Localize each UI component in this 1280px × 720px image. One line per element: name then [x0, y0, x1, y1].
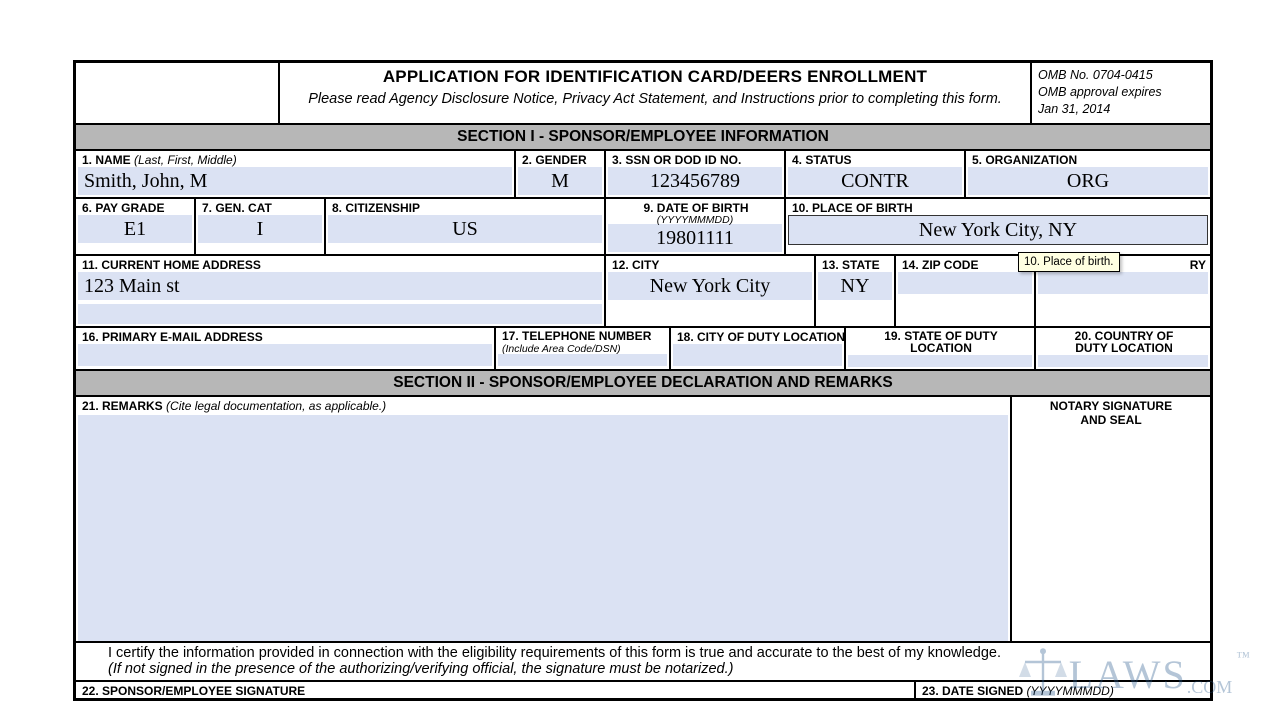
field-zip: 14. ZIP CODE: [895, 255, 1035, 327]
header-omb-box: OMB No. 0704-0415 OMB approval expires J…: [1031, 62, 1211, 124]
field-email: 16. PRIMARY E-MAIL ADDRESS: [75, 327, 495, 370]
field-organization: 5. ORGANIZATION ORG: [965, 150, 1211, 198]
header-title-box: APPLICATION FOR IDENTIFICATION CARD/DEER…: [279, 62, 1031, 124]
citizenship-input[interactable]: US: [328, 215, 602, 243]
field-state: 13. STATE NY: [815, 255, 895, 327]
state-input[interactable]: NY: [818, 272, 892, 300]
field-gender: 2. GENDER M: [515, 150, 605, 198]
gender-input[interactable]: M: [518, 167, 602, 195]
name-input[interactable]: Smith, John, M: [78, 167, 512, 195]
field-telephone: 17. TELEPHONE NUMBER(Include Area Code/D…: [495, 327, 670, 370]
field-paygrade: 6. PAY GRADE E1: [75, 198, 195, 255]
field-citizenship: 8. CITIZENSHIP US: [325, 198, 605, 255]
telephone-input[interactable]: [498, 354, 667, 366]
city-input[interactable]: New York City: [608, 272, 812, 300]
address-input-line2[interactable]: [78, 304, 602, 324]
field-ssn: 3. SSN OR DOD ID NO. 123456789: [605, 150, 785, 198]
dob-input[interactable]: 19801111: [608, 224, 782, 252]
paygrade-input[interactable]: E1: [78, 215, 192, 243]
field-address: 11. CURRENT HOME ADDRESS 123 Main st: [75, 255, 605, 327]
watermark-suffix: .COM: [1187, 677, 1233, 698]
field-name: 1. NAME (Last, First, Middle) Smith, Joh…: [75, 150, 515, 198]
section2-title: SECTION II - SPONSOR/EMPLOYEE DECLARATIO…: [75, 370, 1211, 396]
address-input[interactable]: 123 Main st: [78, 272, 602, 300]
remarks-row: 21. REMARKS (Cite legal documentation, a…: [75, 396, 1211, 642]
form-root: APPLICATION FOR IDENTIFICATION CARD/DEER…: [73, 60, 1213, 701]
country-input[interactable]: [1038, 272, 1208, 294]
gencat-input[interactable]: I: [198, 215, 322, 243]
field-city: 12. CITY New York City: [605, 255, 815, 327]
watermark-text: LAWS: [1069, 651, 1187, 698]
tooltip-place-of-birth: 10. Place of birth.: [1018, 252, 1120, 272]
watermark-tm: ™: [1236, 650, 1250, 666]
zip-input[interactable]: [898, 272, 1032, 294]
ssn-input[interactable]: 123456789: [608, 167, 782, 195]
watermark: LAWS .COM ™: [1013, 644, 1250, 704]
status-input[interactable]: CONTR: [788, 167, 962, 195]
scales-icon: [1013, 644, 1073, 704]
omb-date: Jan 31, 2014: [1038, 101, 1204, 118]
duty-country-input[interactable]: [1038, 355, 1208, 367]
field-gencat: 7. GEN. CAT I: [195, 198, 325, 255]
pob-input[interactable]: New York City, NY: [788, 215, 1208, 245]
field-dob: 9. DATE OF BIRTH (YYYYMMMDD) 19801111: [605, 198, 785, 255]
notary-box: NOTARY SIGNATURE AND SEAL: [1011, 396, 1211, 642]
form-title: APPLICATION FOR IDENTIFICATION CARD/DEER…: [286, 67, 1024, 87]
field-duty-city: 18. CITY OF DUTY LOCATION: [670, 327, 845, 370]
duty-city-input[interactable]: [673, 344, 842, 366]
email-input[interactable]: [78, 344, 492, 366]
field-pob: 10. PLACE OF BIRTH New York City, NY: [785, 198, 1211, 255]
omb-approval: OMB approval expires: [1038, 84, 1204, 101]
duty-state-input[interactable]: [848, 355, 1032, 367]
header-logo-box: [75, 62, 279, 124]
field-signature: 22. SPONSOR/EMPLOYEE SIGNATURE: [75, 681, 915, 699]
field-remarks: 21. REMARKS (Cite legal documentation, a…: [75, 396, 1011, 642]
remarks-input[interactable]: [78, 415, 1008, 641]
form-header: APPLICATION FOR IDENTIFICATION CARD/DEER…: [75, 62, 1211, 124]
field-status: 4. STATUS CONTR: [785, 150, 965, 198]
field-duty-country: 20. COUNTRY OFDUTY LOCATION: [1035, 327, 1211, 370]
form-subtitle: Please read Agency Disclosure Notice, Pr…: [286, 91, 1024, 107]
section1-title: SECTION I - SPONSOR/EMPLOYEE INFORMATION: [75, 124, 1211, 150]
field-duty-state: 19. STATE OF DUTYLOCATION: [845, 327, 1035, 370]
organization-input[interactable]: ORG: [968, 167, 1208, 195]
omb-no: OMB No. 0704-0415: [1038, 67, 1204, 84]
